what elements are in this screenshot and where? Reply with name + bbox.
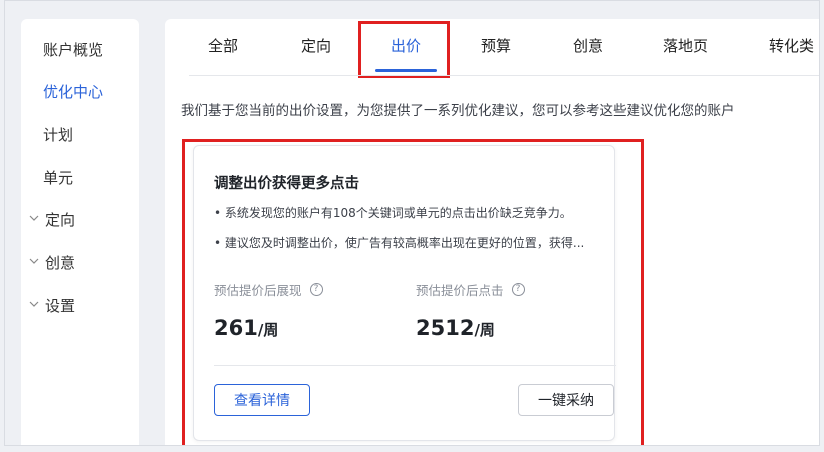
tab-targeting[interactable]: 定向 [301, 35, 331, 56]
sidebar-item-unit[interactable]: 单元 [21, 157, 139, 197]
tab-creative[interactable]: 创意 [573, 35, 603, 56]
tabs-divider [189, 75, 819, 76]
chevron-down-icon [29, 215, 39, 221]
sidebar-item-account-overview[interactable]: 账户概览 [21, 29, 139, 69]
chevron-down-icon [29, 301, 39, 307]
sidebar-item-label: 设置 [45, 296, 76, 315]
tab-landing-page[interactable]: 落地页 [663, 35, 708, 56]
sidebar-item-plan[interactable]: 计划 [21, 114, 139, 154]
sidebar-item-label: 定向 [45, 210, 76, 229]
tab-bar: 全部 定向 出价 预算 创意 落地页 转化类 [165, 19, 819, 78]
sidebar-item-optimization-center[interactable]: 优化中心 [21, 71, 139, 111]
highlight-box-card [182, 139, 644, 445]
sidebar-item-settings[interactable]: 设置 [21, 285, 139, 325]
sidebar-item-targeting[interactable]: 定向 [21, 199, 139, 239]
highlight-box-tab [358, 21, 450, 78]
sidebar-item-label: 计划 [43, 125, 74, 144]
sidebar-item-label: 账户概览 [43, 40, 104, 59]
chevron-down-icon [29, 258, 39, 264]
main-panel: 全部 定向 出价 预算 创意 落地页 转化类 我们基于您当前的出价设置，为您提供… [165, 19, 819, 445]
tab-all[interactable]: 全部 [208, 35, 238, 56]
sidebar: 账户概览 优化中心 计划 单元 定向 创意 设置 [21, 19, 139, 445]
sidebar-item-label: 优化中心 [43, 82, 104, 101]
tab-budget[interactable]: 预算 [481, 35, 511, 56]
sidebar-item-creative[interactable]: 创意 [21, 242, 139, 282]
app-frame: 账户概览 优化中心 计划 单元 定向 创意 设置 全部 定向 出价 预算 创意 … [4, 0, 820, 446]
suggestion-description: 我们基于您当前的出价设置，为您提供了一系列优化建议，您可以参考这些建议优化您的账… [181, 103, 735, 119]
sidebar-item-label: 创意 [45, 253, 76, 272]
sidebar-item-label: 单元 [43, 168, 74, 187]
tab-conversion[interactable]: 转化类 [769, 35, 814, 56]
